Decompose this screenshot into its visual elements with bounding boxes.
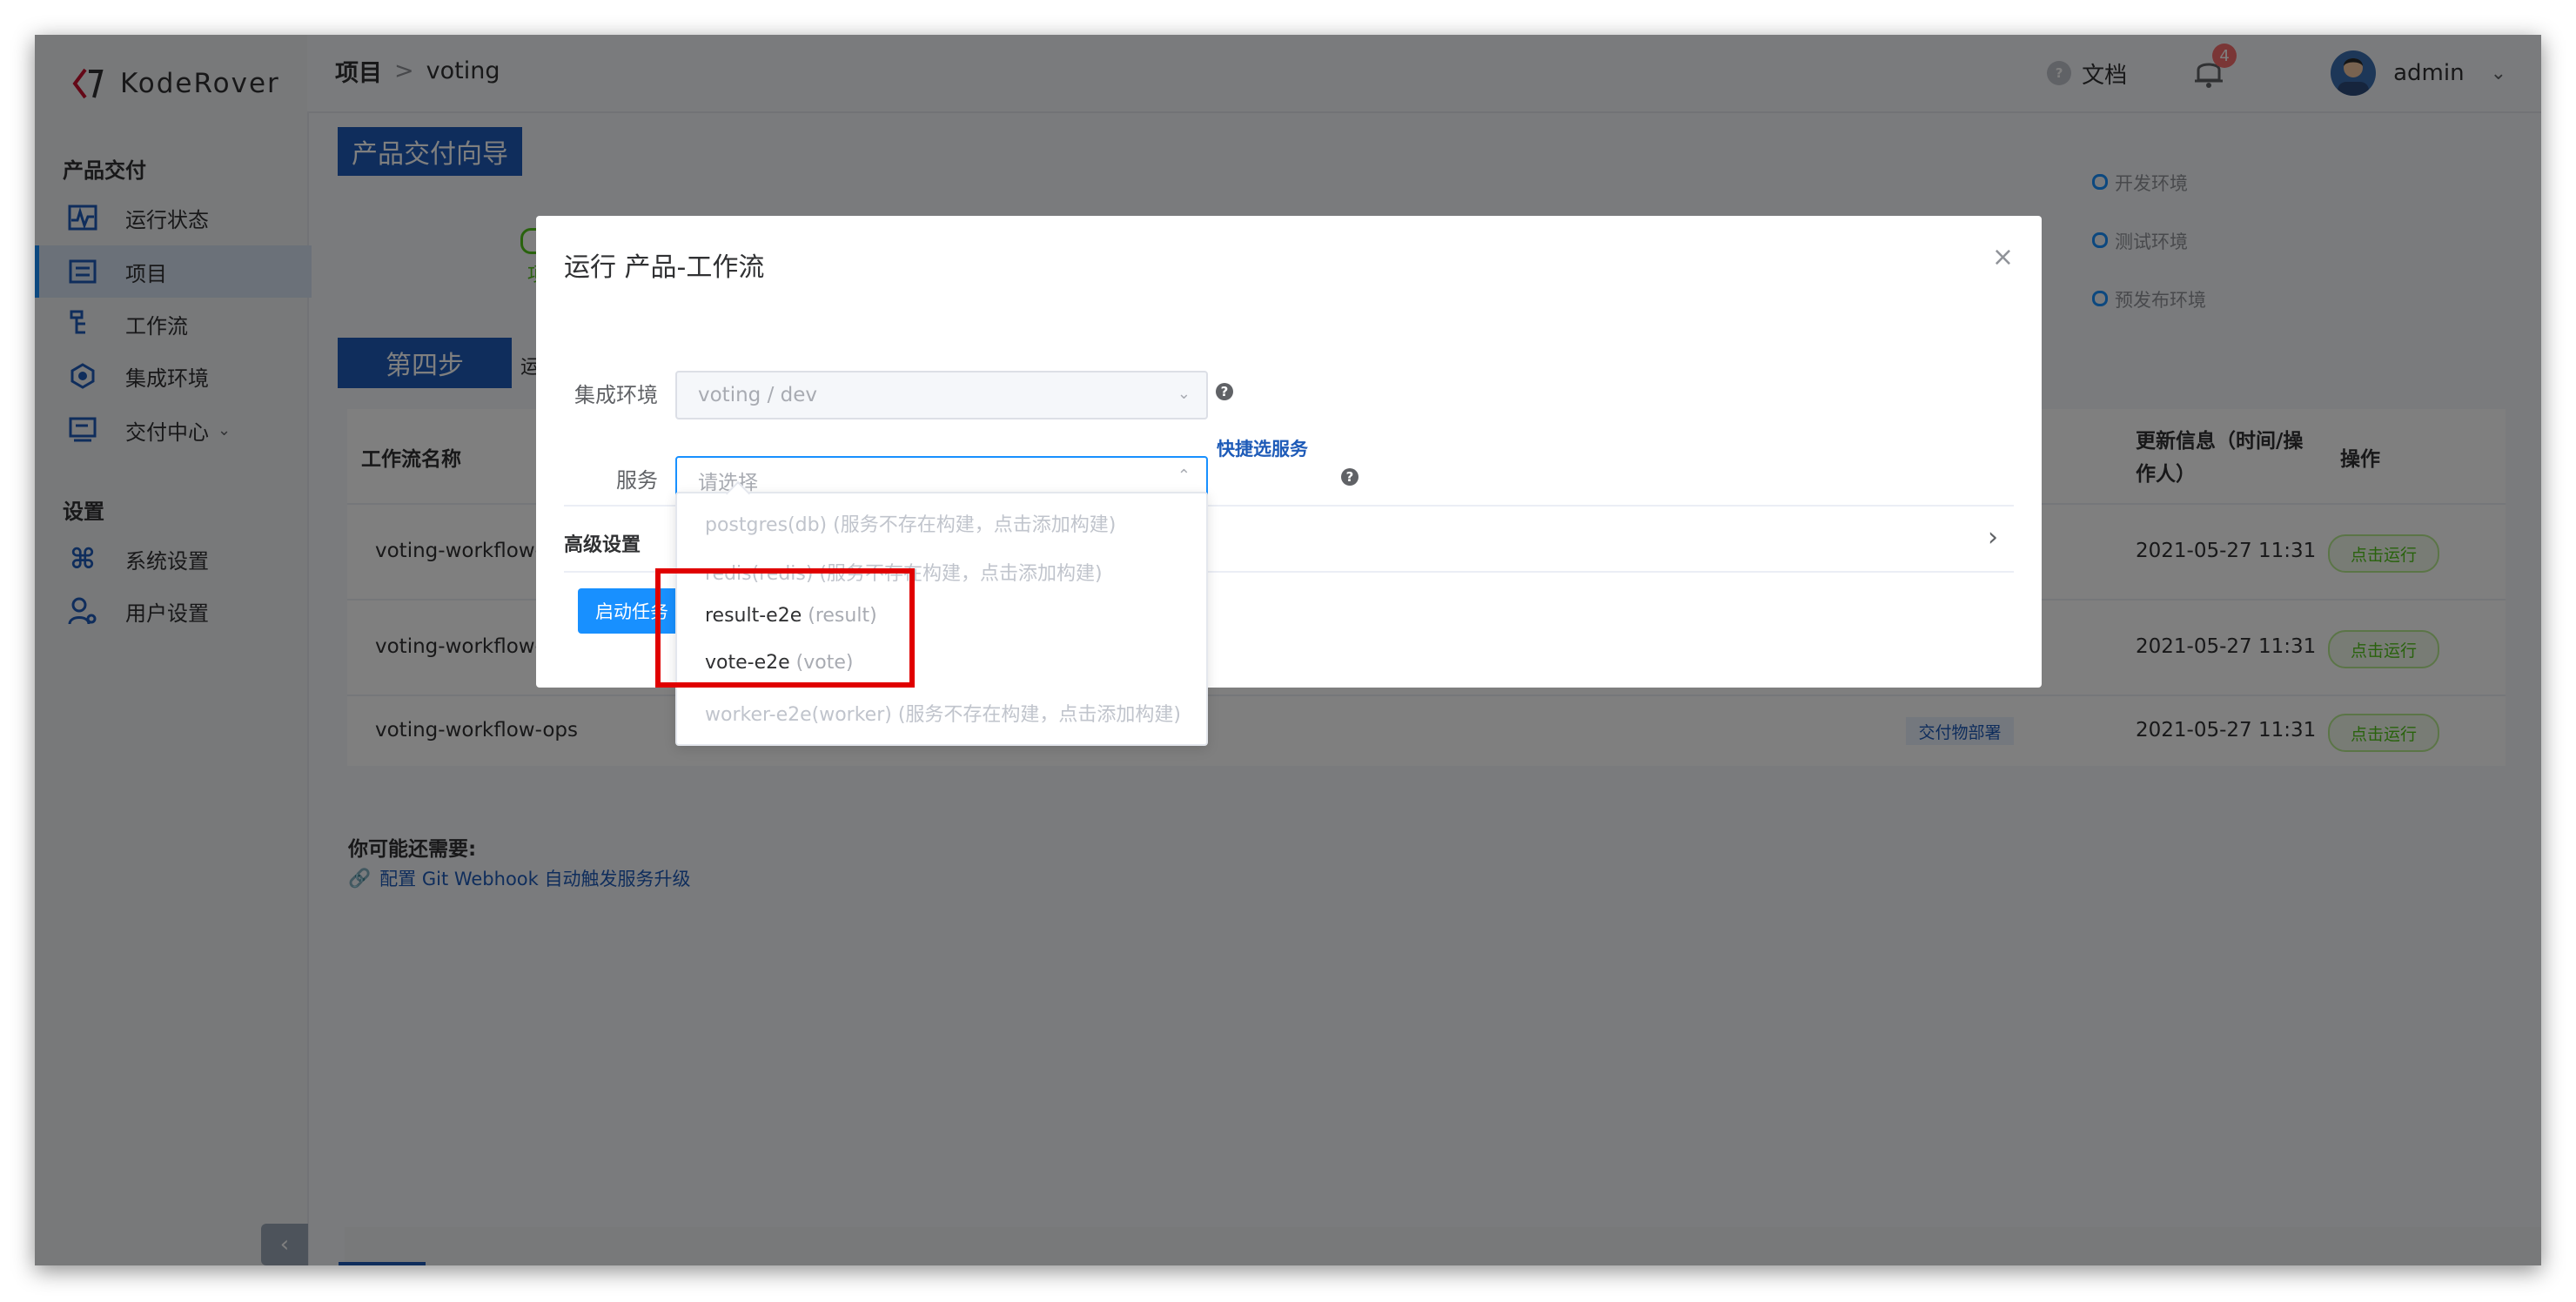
option-label: worker-e2e(worker) (服务不存在构建，点击添加构建) [705,704,1181,726]
app-window: KodeRover 产品交付 运行状态 项目 工作流 集成环境 [35,35,2541,1265]
close-icon[interactable]: × [1992,242,2014,272]
service-option[interactable]: postgres(db) (服务不存在构建，点击添加构建) [705,509,1116,537]
service-field-label: 服务 [616,468,658,493]
help-icon[interactable]: ? [1341,468,1358,486]
chevron-right-icon[interactable]: › [1988,522,1998,553]
environment-select-value: voting / dev [698,384,818,406]
service-option[interactable]: worker-e2e(worker) (服务不存在构建，点击添加构建) [705,699,1181,727]
chevron-up-icon: ⌃ [1177,466,1191,485]
help-icon[interactable]: ? [1216,383,1233,400]
highlight-annotation-box [655,568,915,688]
quick-select-link[interactable]: 快捷选服务 [1217,435,1308,461]
dialog-title: 运行 产品-工作流 [564,252,765,283]
environment-select[interactable]: voting / dev ⌄ [675,371,1208,419]
env-field-label: 集成环境 [574,383,658,407]
chevron-down-icon: ⌄ [1177,385,1191,403]
option-label: postgres(db) (服务不存在构建，点击添加构建) [705,514,1117,536]
advanced-settings-label[interactable]: 高级设置 [564,529,641,557]
